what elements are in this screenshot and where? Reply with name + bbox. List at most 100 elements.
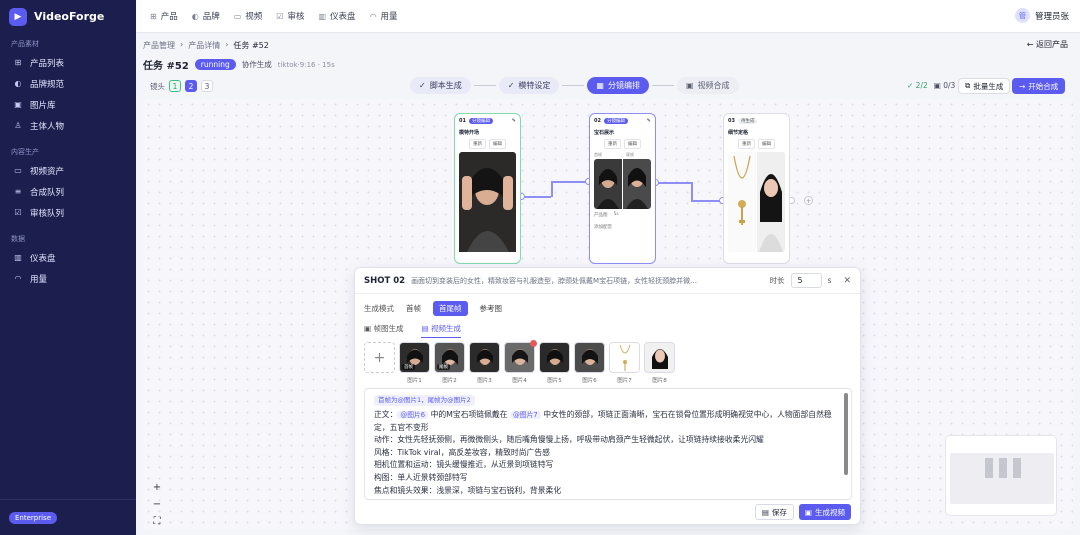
panel-footer: ▤ 保存 ▣ 生成视频 (754, 504, 851, 520)
panel-header: SHOT 02 画面切到变装后的女性，精致妆容与礼服造型，脖颈处佩戴M宝石项链，… (355, 268, 860, 294)
back-button[interactable]: ← 返回产品 (1027, 39, 1068, 50)
sidebar-item-usage[interactable]: ◠ 用量 (0, 268, 136, 289)
brand[interactable]: ▶ VideoForge (0, 0, 136, 33)
fit-view-button[interactable]: ⛶ (151, 516, 163, 527)
card-regen-button[interactable]: 重新 (469, 139, 486, 149)
add-node-button[interactable]: + (804, 196, 813, 205)
shot-button-3[interactable]: 3 (201, 80, 213, 92)
start-compose-button[interactable]: → 开始合成 (1012, 78, 1066, 94)
duration-input[interactable]: 5 (790, 273, 822, 288)
step-compose[interactable]: ▣ 视频合成 (676, 77, 739, 94)
status-badge: running (194, 59, 236, 70)
sidebar-item-products[interactable]: ⊞ 产品列表 (0, 52, 136, 73)
shot-button-2[interactable]: 2 (185, 80, 197, 92)
card-regen-button[interactable]: 重新 (604, 139, 621, 149)
sidebar-item-compose-queue[interactable]: ≡ 合成队列 (0, 181, 136, 202)
sidebar-item-review-queue[interactable]: ☑ 审核队列 (0, 202, 136, 223)
reference-thumb[interactable]: 尾帧 图片2 (434, 342, 465, 384)
card-product-label: 产品图 (594, 213, 608, 218)
necklace-thumb-image (610, 343, 639, 372)
edit-icon[interactable]: ✎ (512, 118, 516, 124)
mode-first-last-frame[interactable]: 首尾帧 (433, 301, 468, 316)
sidebar-item-images[interactable]: ▣ 图片库 (0, 94, 136, 115)
breadcrumb-item[interactable]: 产品管理 (143, 40, 175, 51)
step-model[interactable]: ✓ 模特设定 (498, 77, 560, 94)
top-nav-video[interactable]: ▭ 视频 (234, 10, 263, 23)
reference-thumb[interactable]: 图片5 (539, 342, 570, 384)
card-edit-button[interactable]: 编辑 (758, 139, 775, 149)
breadcrumb-item[interactable]: 产品详情 (188, 40, 220, 51)
card-number: 03 (728, 118, 735, 124)
card-actions: 重新 编辑 (594, 139, 651, 149)
reference-thumb[interactable]: 图片8 (644, 342, 675, 384)
sidebar-item-dashboard[interactable]: ▥ 仪表盘 (0, 247, 136, 268)
thumb-label: 图片7 (617, 378, 632, 384)
edit-icon[interactable]: ✎ (647, 118, 651, 124)
image-mention-chip[interactable]: @图片6 (397, 411, 429, 419)
reference-thumb[interactable]: 图片7 (609, 342, 640, 384)
batch-generate-button[interactable]: ⧉ 批量生成 (958, 78, 1011, 94)
top-nav-review[interactable]: ☑ 审核 (276, 10, 305, 23)
reference-thumb[interactable]: 图片4 (504, 340, 537, 384)
duration-label: 时长 (769, 276, 785, 285)
top-nav-usage[interactable]: ◠ 用量 (370, 10, 398, 23)
chart-icon: ▥ (318, 11, 327, 21)
add-image-button[interactable]: + (364, 342, 395, 373)
minimap[interactable] (945, 435, 1057, 516)
mode-reference[interactable]: 参考图 (474, 301, 509, 316)
reference-thumb[interactable]: 图片3 (469, 342, 500, 384)
card-voiceover[interactable]: 添加配音 (594, 224, 651, 230)
generate-video-button[interactable]: ▣ 生成视频 (798, 504, 851, 520)
reference-images: + 首帧 图片1 尾帧 图片2 图片3 图片4 图片5 图片6 图片7 图片8 (364, 340, 675, 384)
storyboard-card-1[interactable]: 01 分镜编辑 ✎ 模特开场 重新 编辑 (454, 113, 521, 264)
top-nav-label: 用量 (380, 12, 398, 22)
prompt-editor[interactable]: 首帧为@图片1，尾帧为@图片2 正文： @图片6 中的M宝石项链佩戴在 @图片7 … (364, 388, 852, 500)
shot-button-1[interactable]: 1 (169, 80, 181, 92)
layers-icon: ⧉ (965, 81, 971, 90)
step-storyboard[interactable]: ▦ 分镜编排 (587, 77, 649, 94)
image-mention-chip[interactable]: @图片7 (509, 411, 541, 419)
reference-thumb[interactable]: 首帧 图片1 (399, 342, 430, 384)
brand-name: VideoForge (34, 10, 105, 23)
close-icon[interactable]: ✕ (843, 276, 851, 286)
save-button[interactable]: ▤ 保存 (754, 504, 794, 520)
check-icon: ☑ (276, 11, 284, 21)
save-label: 保存 (771, 507, 787, 517)
sidebar-item-video-assets[interactable]: ▭ 视频资产 (0, 160, 136, 181)
video-logo-icon: ▶ (9, 7, 27, 26)
prompt-line: 焦点和镜头效果：浅景深，项链与宝石锐利，背景柔化 (374, 485, 562, 495)
card-regen-button[interactable]: 重新 (738, 139, 755, 149)
top-nav-products[interactable]: ⊞ 产品 (150, 10, 178, 23)
storyboard-card-3[interactable]: 03 待生成 细节定格 重新 编辑 (723, 113, 790, 264)
prompt-line: 动作：女性先轻抚颈侧，再微微侧头，随后嘴角慢慢上扬，呼吸带动肩颈产生轻微起伏，让… (374, 435, 764, 445)
sidebar-item-label: 合成队列 (30, 187, 65, 198)
top-nav-label: 审核 (287, 12, 305, 22)
storyboard-card-2[interactable]: 02 分镜编辑 ✎ 宝石展示 重新 编辑 首帧 尾帧 产品图 5s 添加配音 (589, 113, 656, 264)
top-nav-brand[interactable]: ◐ 品牌 (192, 10, 220, 23)
workflow-steps: ✓ 脚本生成 ✓ 模特设定 ▦ 分镜编排 ▣ 视频合成 (410, 77, 739, 94)
tab-frame-generation[interactable]: ▣ 帧图生成 (364, 323, 403, 338)
step-script[interactable]: ✓ 脚本生成 (410, 77, 471, 94)
sidebar-item-people[interactable]: ♙ 主体人物 (0, 115, 136, 136)
mode-first-frame[interactable]: 首帧 (400, 301, 427, 316)
step-connector (473, 85, 496, 86)
zoom-out-button[interactable]: − (151, 499, 163, 510)
card-edit-button[interactable]: 编辑 (489, 139, 506, 149)
film-icon: ▣ (685, 81, 694, 90)
model-image (757, 152, 785, 252)
card-edit-button[interactable]: 编辑 (624, 139, 641, 149)
reference-thumb[interactable]: 图片6 (574, 342, 605, 384)
minimap-node (1013, 458, 1021, 478)
chart-icon: ▥ (14, 253, 22, 262)
user-menu[interactable]: 管 管理员张 (1014, 8, 1069, 23)
minimap-node (999, 458, 1007, 478)
last-frame-label: 尾帧 (626, 152, 634, 157)
panel-description: 画面切到变装后的女性，精致妆容与礼服造型，脖颈处佩戴M宝石项链，女性轻抚颈脖并微… (411, 276, 698, 285)
sidebar-item-brand[interactable]: ◐ 品牌规范 (0, 73, 136, 94)
scrollbar[interactable] (844, 393, 848, 475)
zoom-in-button[interactable]: + (151, 482, 163, 493)
step-connector (651, 85, 674, 86)
top-nav-dashboard[interactable]: ▥ 仪表盘 (318, 10, 355, 23)
card-image (459, 152, 516, 255)
tab-video-generation[interactable]: ▤ 视频生成 (421, 323, 461, 338)
